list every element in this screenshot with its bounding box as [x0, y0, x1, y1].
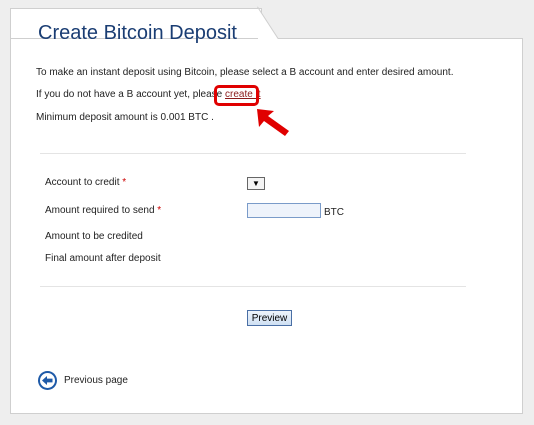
arrow-left-circle-icon[interactable] — [37, 370, 58, 391]
required-mark: * — [122, 177, 127, 188]
divider — [40, 153, 466, 154]
link-highlight-box — [214, 85, 259, 106]
account-label-text: Account to credit — [45, 177, 120, 188]
page-title: Create Bitcoin Deposit — [38, 22, 237, 44]
amount-label: Amount required to send * — [45, 205, 161, 216]
previous-page-link[interactable]: Previous page — [64, 375, 128, 386]
account-label: Account to credit * — [45, 177, 126, 188]
preview-button[interactable]: Preview — [247, 310, 292, 326]
create-account-prefix: If you do not have a B account yet, plea… — [36, 89, 226, 100]
amount-input[interactable] — [247, 203, 321, 218]
minimum-deposit-text: Minimum deposit amount is 0.001 BTC . — [36, 112, 214, 123]
amount-label-text: Amount required to send — [45, 205, 155, 216]
triangle-down-icon: ▼ — [252, 179, 260, 188]
divider — [40, 286, 466, 287]
required-mark: * — [157, 205, 162, 216]
intro-line: To make an instant deposit using Bitcoin… — [36, 67, 454, 78]
final-amount-label: Final amount after deposit — [45, 253, 161, 264]
account-select[interactable]: ▼ — [247, 177, 265, 190]
amount-unit: BTC — [324, 207, 344, 218]
amount-credited-label: Amount to be credited — [45, 231, 143, 242]
red-arrow-icon — [257, 109, 289, 136]
